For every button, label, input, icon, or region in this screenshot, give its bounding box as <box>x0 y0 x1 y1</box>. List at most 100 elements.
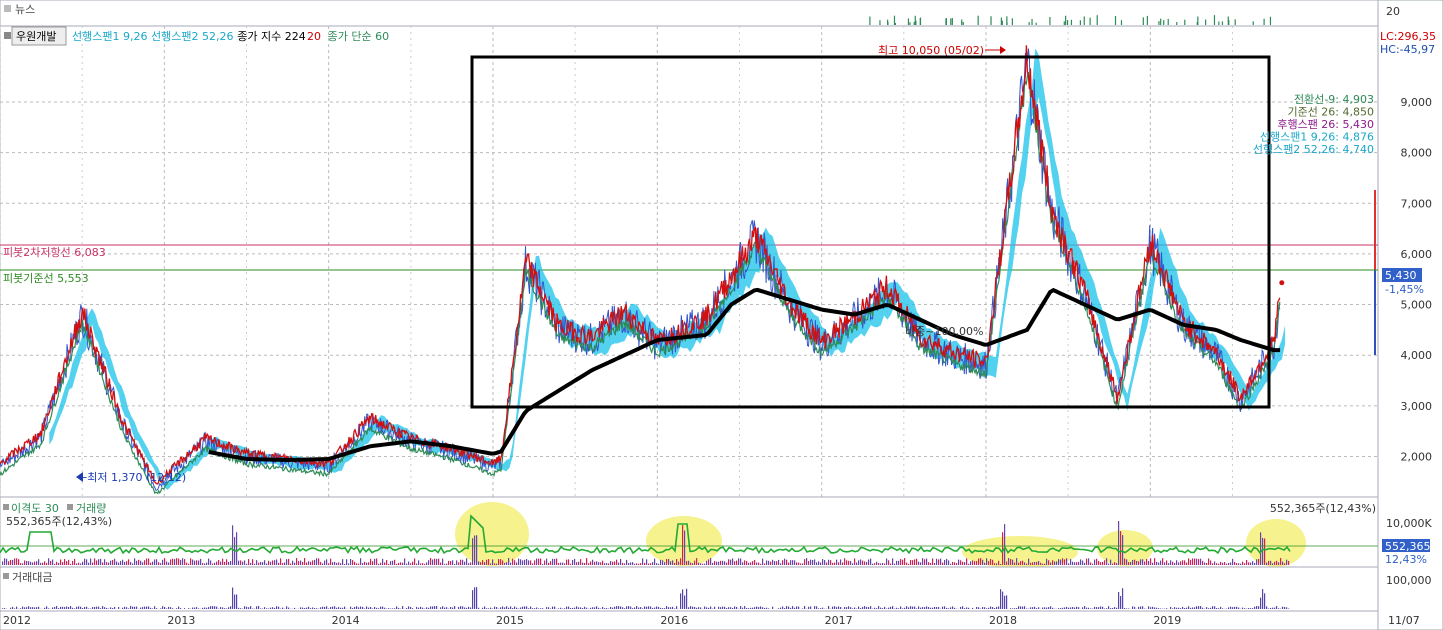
amount-bar <box>132 606 134 609</box>
news-bar <box>1176 22 1178 25</box>
amount-bar <box>530 606 532 609</box>
amount-bar <box>560 607 562 609</box>
amount-bar <box>688 607 690 609</box>
volume-bar <box>1070 559 1072 565</box>
volume-bar <box>960 560 962 565</box>
amount-bar <box>376 607 378 609</box>
volume-bar <box>1048 560 1050 565</box>
amount-bar <box>1036 608 1038 609</box>
volume-bar <box>1288 561 1290 565</box>
volume-bar <box>832 562 834 565</box>
volume-bar <box>196 560 198 565</box>
volume-bar <box>706 560 708 565</box>
amount-bar <box>696 607 698 609</box>
amount-bar <box>226 608 228 609</box>
amount-bar <box>444 607 446 609</box>
volume-bar <box>1266 562 1268 565</box>
volume-bar <box>254 563 256 565</box>
amount-bar <box>60 606 62 609</box>
price-tick: 8,000 <box>1401 147 1433 160</box>
volume-bar <box>60 559 62 565</box>
amount-bar <box>180 608 182 609</box>
volume-bar <box>650 563 652 565</box>
volume-bar <box>250 562 252 565</box>
volume-bar <box>1086 558 1088 565</box>
amount-bar <box>220 607 222 609</box>
amount-bar <box>1218 608 1220 609</box>
amount-bar <box>358 607 360 609</box>
volume-bar <box>446 563 448 565</box>
amount-bar <box>430 606 432 609</box>
amount-bar <box>786 606 788 609</box>
volume-bar <box>38 559 40 565</box>
volume-bar <box>1264 538 1266 565</box>
volume-bar <box>84 558 86 565</box>
amount-bar <box>374 606 376 609</box>
stock-name[interactable]: 우원개발 <box>16 30 56 43</box>
amount-bar <box>412 608 414 609</box>
amount-bar <box>984 607 986 609</box>
amount-bar <box>1016 608 1018 609</box>
amount-bar <box>306 607 308 609</box>
news-bar <box>1252 21 1254 25</box>
amount-bar <box>10 607 12 609</box>
amount-bar <box>584 606 586 609</box>
volume-bar <box>404 558 406 565</box>
volume-bar <box>328 563 330 565</box>
amount-bar <box>278 606 280 609</box>
volume-bar <box>120 560 122 565</box>
volume-bar <box>218 560 220 565</box>
volume-bar <box>1254 562 1256 565</box>
volume-menu-icon <box>3 504 9 510</box>
stock-chart[interactable]: 뉴스 20 우원개발 선행스팬1 9,26 선행스팬2 52,26 종가 지수 22… <box>0 0 1443 630</box>
amount-bar <box>442 606 444 609</box>
price-tick: 2,000 <box>1401 450 1433 463</box>
amount-bar <box>596 606 598 609</box>
amount-bar <box>912 606 914 609</box>
amount-bar <box>134 606 136 609</box>
volume-bar <box>184 559 186 565</box>
volume-bar <box>88 562 90 565</box>
volume-bar <box>516 562 518 565</box>
amount-bar <box>754 607 756 609</box>
volume-bar <box>1232 558 1234 565</box>
volume-bar <box>624 563 626 565</box>
amount-bar <box>622 607 624 609</box>
amount-bar <box>1068 607 1070 609</box>
volume-bar <box>202 563 204 565</box>
volume-bar <box>760 563 762 565</box>
volume-bar <box>122 559 124 565</box>
volume-bar <box>890 563 892 565</box>
volume-bar <box>50 560 52 565</box>
amount-bar <box>468 606 470 609</box>
amount-bar <box>528 608 530 609</box>
amount-bar <box>598 607 600 609</box>
amount-bar <box>730 607 732 609</box>
volume-bar <box>854 558 856 565</box>
amount-bar <box>94 606 96 609</box>
volume-bar <box>1284 563 1286 565</box>
amount-bar <box>570 608 572 609</box>
amount-bar <box>478 607 480 609</box>
news-bar <box>913 21 915 25</box>
volume-bar <box>646 559 648 565</box>
volume-bar <box>558 563 560 565</box>
amount-bar <box>260 608 262 609</box>
amount-bar <box>566 606 568 609</box>
volume-bar <box>408 561 410 565</box>
news-bar <box>879 20 881 25</box>
volume-bar <box>1234 561 1236 565</box>
amount-bar <box>172 608 174 609</box>
amount-bar <box>558 608 560 609</box>
volume-bar <box>146 558 148 565</box>
volume-bar <box>1116 563 1118 565</box>
volume-bar <box>698 562 700 565</box>
amount-bar <box>130 606 132 609</box>
volume-bar <box>282 563 284 565</box>
volume-bar <box>274 560 276 565</box>
amount-bar <box>668 607 670 609</box>
volume-bar <box>42 562 44 565</box>
volume-bar <box>270 561 272 565</box>
volume-bar <box>436 558 438 565</box>
volume-bar <box>398 562 400 565</box>
